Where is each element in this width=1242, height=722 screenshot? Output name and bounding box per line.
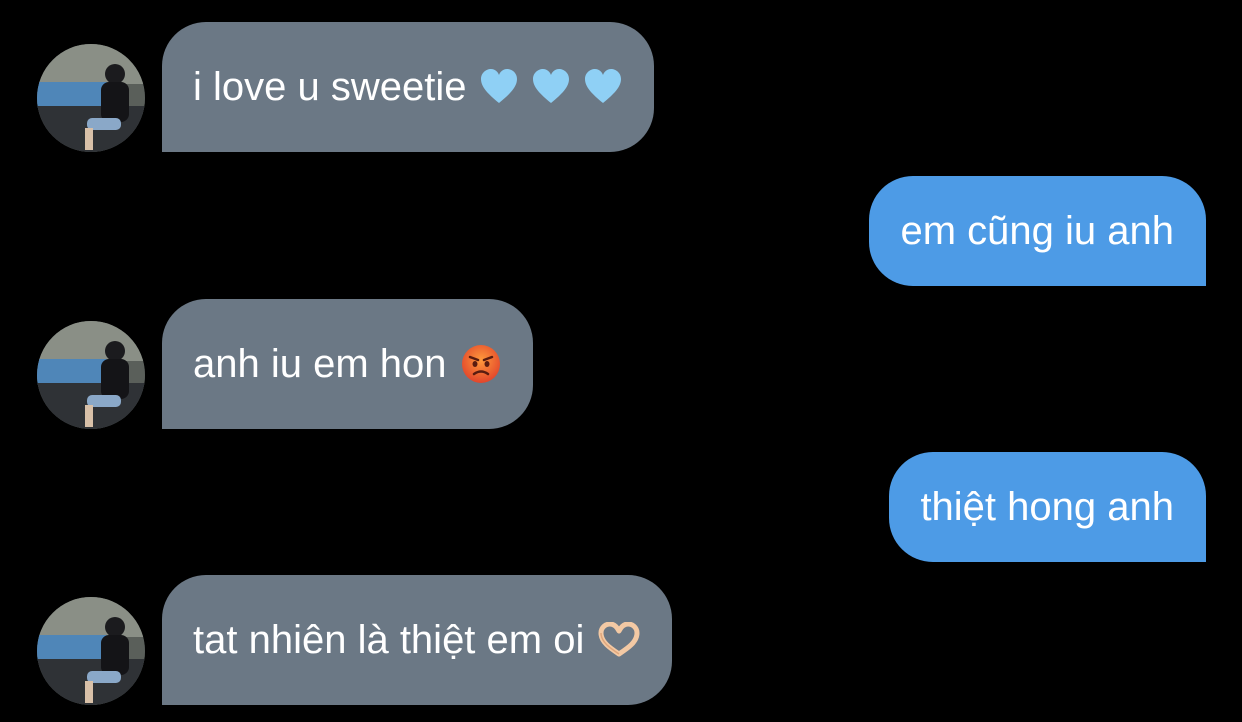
message-row-incoming: anh iu em hon <box>0 299 1242 429</box>
chat-thread: i love u sweetie em cũng iu anh anh iu e… <box>0 0 1242 722</box>
light-blue-heart-icon <box>584 69 622 105</box>
avatar[interactable] <box>37 321 145 429</box>
avatar[interactable] <box>37 44 145 152</box>
message-bubble[interactable]: tat nhiên là thiệt em oi <box>162 575 673 705</box>
avatar[interactable] <box>37 597 145 705</box>
angry-face-icon <box>461 344 501 384</box>
message-bubble[interactable]: i love u sweetie <box>162 22 655 152</box>
message-row-incoming: tat nhiên là thiệt em oi <box>0 575 1242 705</box>
message-bubble[interactable]: thiệt hong anh <box>889 452 1206 562</box>
message-row-outgoing: em cũng iu anh <box>0 176 1242 286</box>
message-bubble[interactable]: em cũng iu anh <box>869 176 1206 286</box>
heart-hands-icon <box>598 622 640 658</box>
message-text: anh iu em hon <box>193 342 447 386</box>
message-text: thiệt hong anh <box>920 485 1174 529</box>
light-blue-heart-icon <box>532 69 570 105</box>
message-text: i love u sweetie <box>193 65 467 109</box>
message-row-outgoing: thiệt hong anh <box>0 452 1242 562</box>
message-row-incoming: i love u sweetie <box>0 22 1242 152</box>
message-text: tat nhiên là thiệt em oi <box>193 618 585 662</box>
light-blue-heart-icon <box>480 69 518 105</box>
message-bubble[interactable]: anh iu em hon <box>162 299 533 429</box>
message-text: em cũng iu anh <box>900 209 1174 253</box>
